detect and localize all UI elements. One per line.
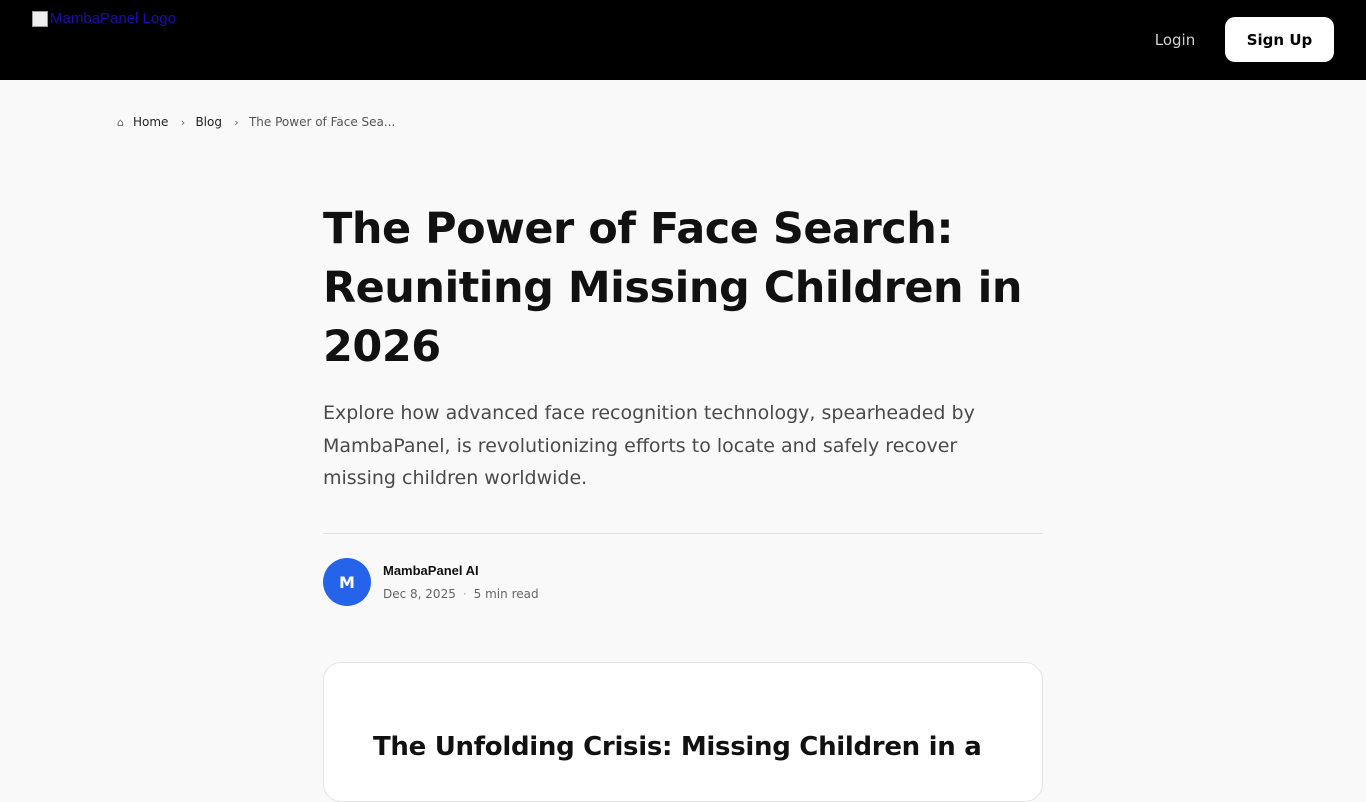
broken-image-icon bbox=[32, 11, 48, 27]
breadcrumb: ⌂ Home › Blog › The Power of Face Sea... bbox=[116, 113, 395, 131]
author-block: M MambaPanel AI Dec 8, 2025 · 5 min read bbox=[323, 558, 539, 606]
article-body-card: The Unfolding Crisis: Missing Children i… bbox=[323, 662, 1043, 802]
article-title: The Power of Face Search: Reuniting Miss… bbox=[323, 204, 1022, 372]
breadcrumb-blog[interactable]: Blog bbox=[195, 115, 222, 129]
signup-button[interactable]: Sign Up bbox=[1225, 17, 1334, 62]
top-navigation-bar: MambaPanel Logo Login Sign Up bbox=[0, 0, 1366, 80]
logo-alt-text: MambaPanel Logo bbox=[50, 10, 176, 27]
home-icon: ⌂ bbox=[117, 115, 124, 129]
avatar: M bbox=[323, 558, 371, 606]
meta-separator: · bbox=[462, 587, 467, 601]
section-heading: The Unfolding Crisis: Missing Children i… bbox=[373, 732, 982, 762]
author-name: MambaPanel AI bbox=[383, 563, 479, 578]
post-date: Dec 8, 2025 bbox=[383, 587, 456, 601]
divider bbox=[323, 533, 1043, 534]
breadcrumb-current: The Power of Face Sea... bbox=[248, 115, 396, 129]
article-lede: Explore how advanced face recognition te… bbox=[323, 402, 975, 489]
author-meta: MambaPanel AI Dec 8, 2025 · 5 min read bbox=[383, 561, 539, 603]
chevron-right-icon: › bbox=[180, 115, 186, 129]
login-link[interactable]: Login bbox=[1142, 28, 1208, 52]
chevron-right-icon: › bbox=[234, 115, 239, 129]
logo-link[interactable]: MambaPanel Logo bbox=[32, 10, 176, 28]
read-time: 5 min read bbox=[473, 587, 539, 601]
article-header: The Power of Face Search: Reuniting Miss… bbox=[323, 200, 1043, 495]
post-meta: Dec 8, 2025 · 5 min read bbox=[383, 585, 539, 603]
breadcrumb-home[interactable]: Home bbox=[133, 115, 168, 129]
